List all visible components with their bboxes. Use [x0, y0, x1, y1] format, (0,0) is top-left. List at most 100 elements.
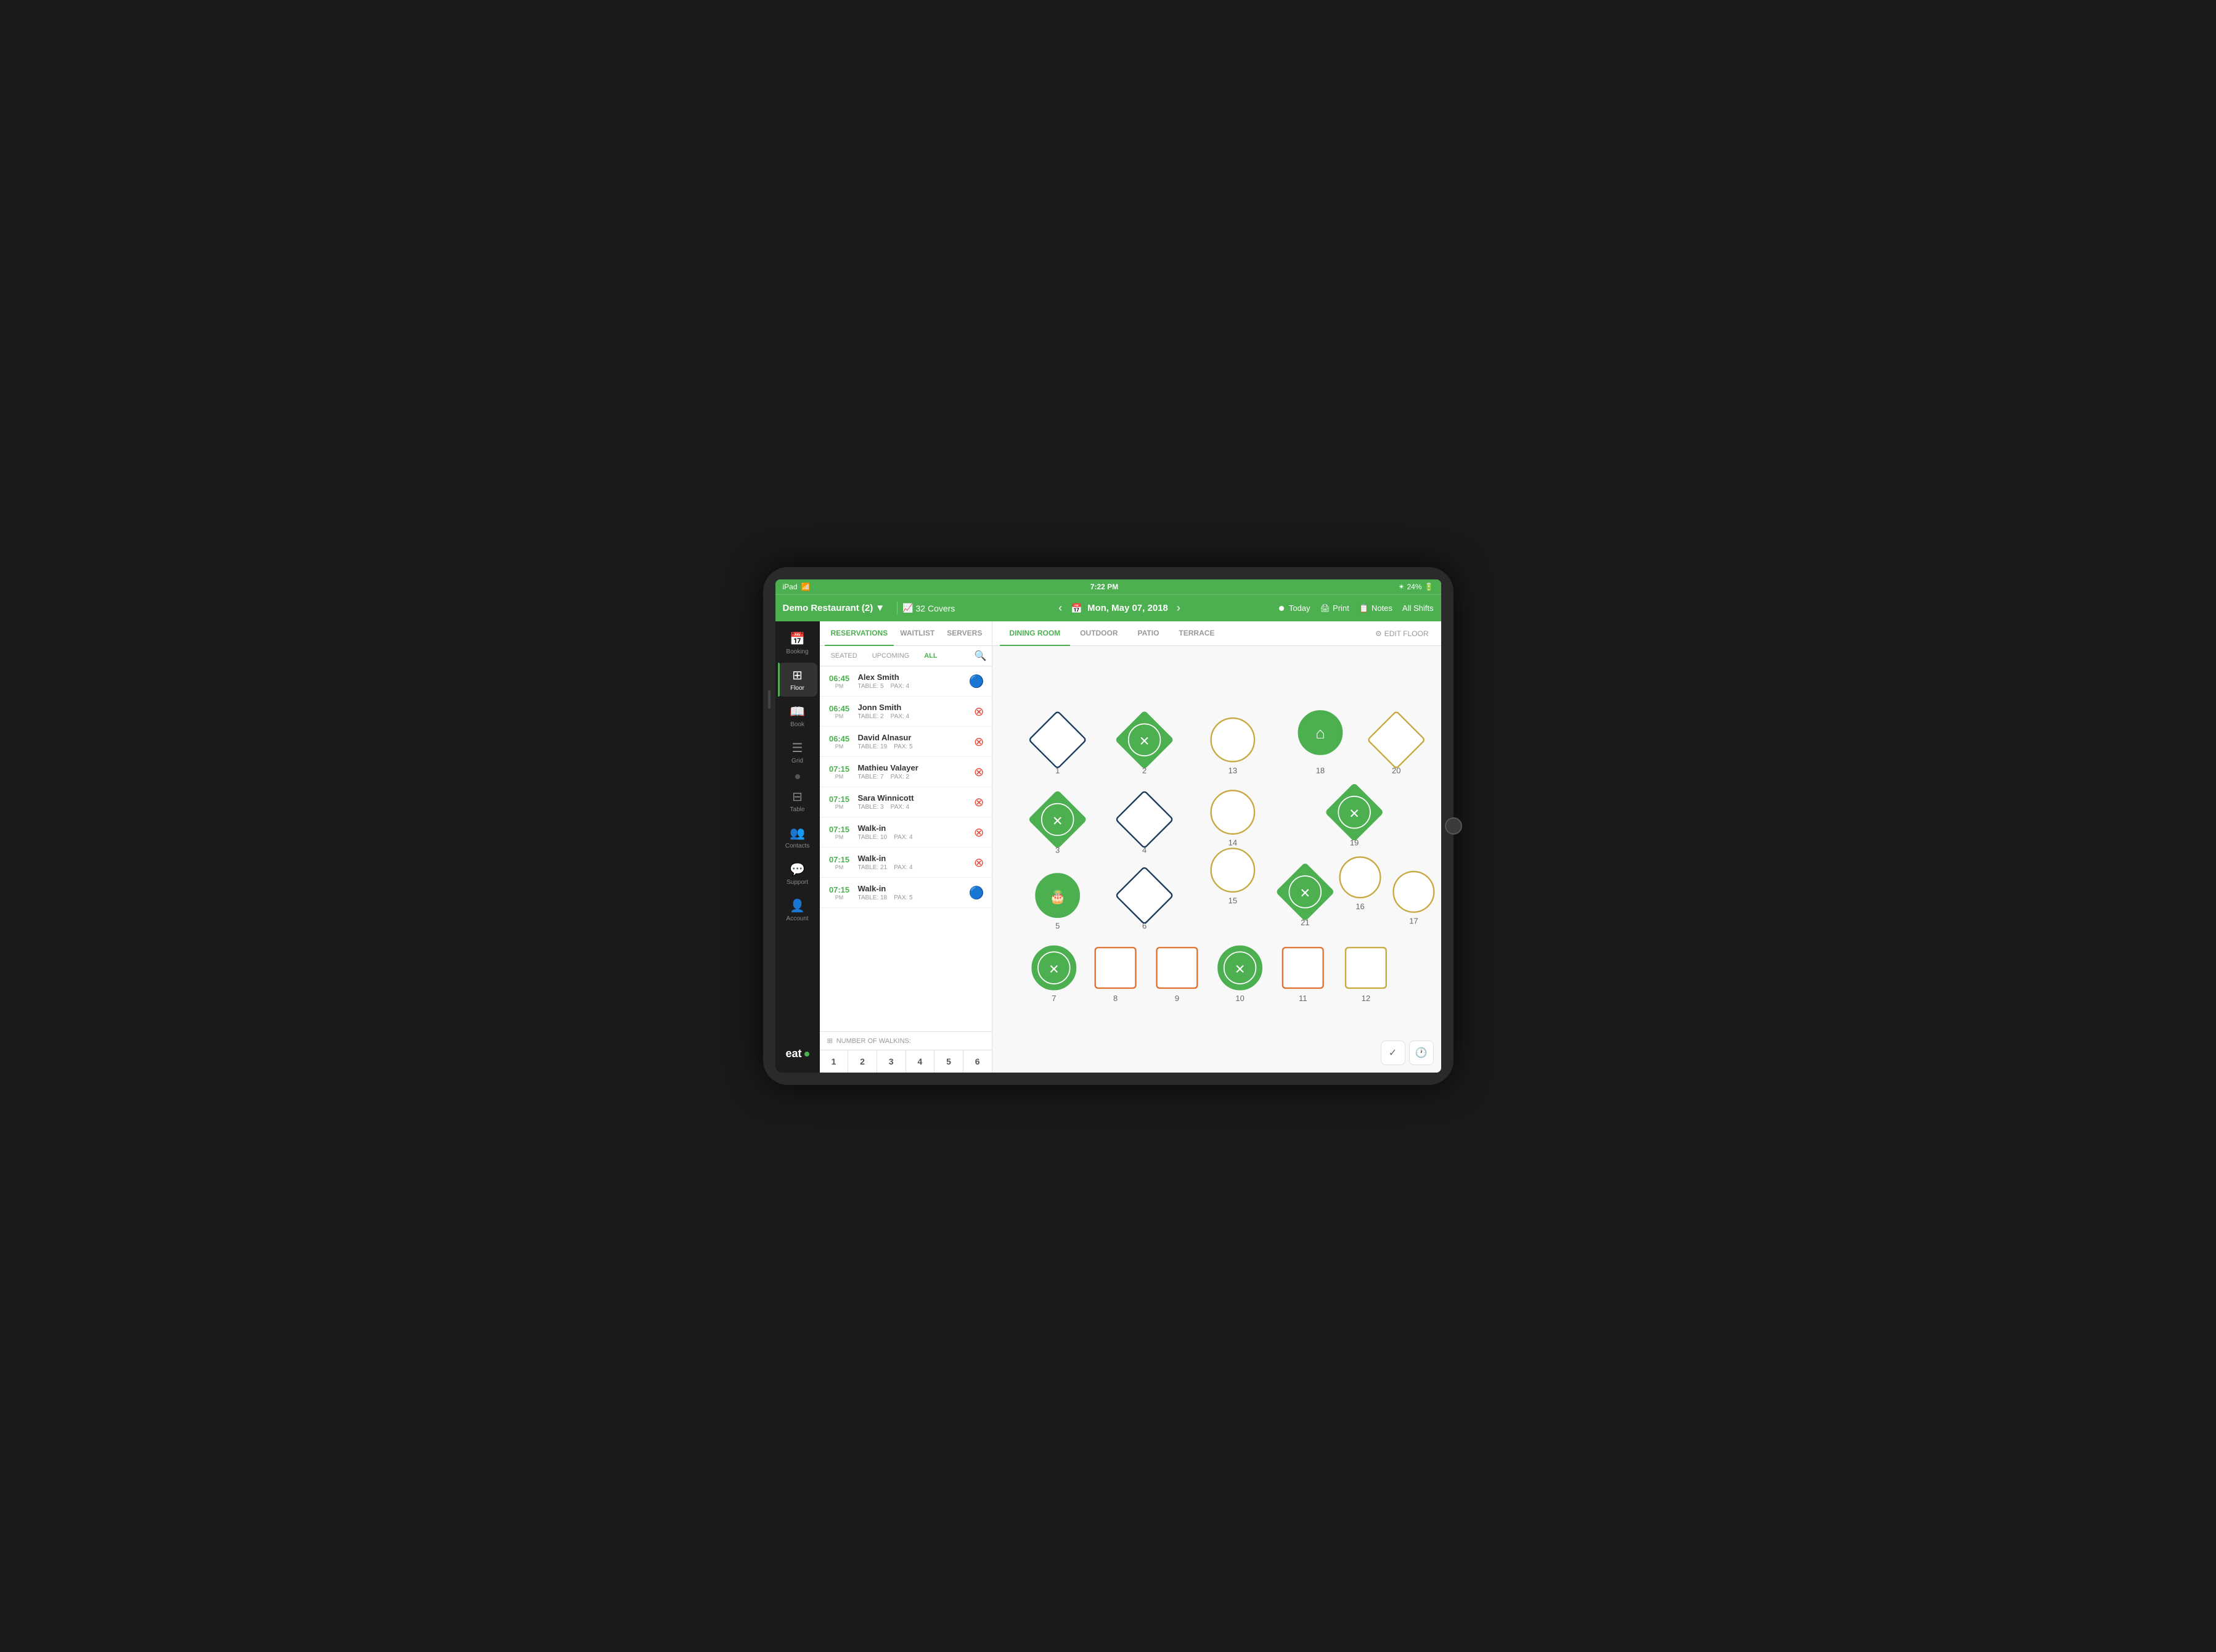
table-18[interactable]: ⌂ 18 [1298, 711, 1341, 775]
svg-text:12: 12 [1361, 994, 1370, 1003]
book-icon: 📖 [790, 704, 805, 719]
filter-upcoming[interactable]: UPCOMING [866, 650, 916, 662]
reservation-item[interactable]: 06:45 PM David Alnasur TABLE: 19 PAX: 5 … [820, 727, 992, 757]
table-15[interactable]: 15 [1211, 848, 1254, 905]
svg-text:20: 20 [1392, 766, 1400, 775]
reservation-item[interactable]: 06:45 PM Alex Smith TABLE: 5 PAX: 4 🔵 [820, 666, 992, 697]
all-shifts-button[interactable]: All Shifts [1402, 603, 1434, 613]
svg-text:10: 10 [1235, 994, 1244, 1003]
reservation-item[interactable]: 07:15 PM Mathieu Valayer TABLE: 7 PAX: 2… [820, 757, 992, 787]
sidebar-item-booking[interactable]: 📅 Booking [778, 626, 817, 660]
res-time: 07:15 PM [827, 885, 852, 901]
table-7[interactable]: ✕ 7 [1032, 946, 1075, 1003]
reservations-panel: RESERVATIONS WAITLIST SERVERS SEATED UPC… [820, 621, 992, 1073]
floor-tab-outdoor[interactable]: OUTDOOR [1070, 621, 1127, 646]
restaurant-name[interactable]: Demo Restaurant (2) ▼ [783, 603, 885, 613]
search-button[interactable]: 🔍 [975, 650, 987, 662]
chart-icon: 📈 [902, 603, 913, 613]
check-action-button[interactable]: ✓ [1381, 1041, 1405, 1065]
res-info: Walk-in TABLE: 21 PAX: 4 [858, 854, 968, 871]
floor-plan: DINING ROOM OUTDOOR PATIO TERRACE ⚙ EDIT… [992, 621, 1441, 1073]
res-status-icon: 🔵 [969, 674, 984, 689]
res-status-icon: ⊗ [974, 764, 984, 780]
table-4[interactable]: 4 [1116, 791, 1173, 855]
next-date-button[interactable]: › [1173, 602, 1184, 615]
ipad-frame: iPad 📶 7:22 PM ✴ 24% 🔋 Demo Restaurant (… [763, 567, 1453, 1085]
sidebar-item-contacts[interactable]: 👥 Contacts [778, 820, 817, 854]
table-9[interactable]: 9 [1156, 947, 1197, 1003]
pax-2-button[interactable]: 2 [848, 1050, 877, 1073]
res-time: 07:15 PM [827, 764, 852, 780]
pax-6-button[interactable]: 6 [963, 1050, 992, 1073]
res-info: Jonn Smith TABLE: 2 PAX: 4 [858, 703, 968, 720]
table-10[interactable]: ✕ 10 [1218, 946, 1261, 1003]
pax-3-button[interactable]: 3 [877, 1050, 906, 1073]
table-2[interactable]: ✕ 2 [1116, 711, 1173, 775]
pax-1-button[interactable]: 1 [820, 1050, 849, 1073]
table-6[interactable]: 6 [1116, 867, 1173, 931]
battery-label: 24% [1407, 583, 1422, 591]
sidebar-item-floor[interactable]: ⊞ Floor [778, 663, 817, 697]
svg-text:✕: ✕ [1299, 886, 1310, 901]
status-bar: iPad 📶 7:22 PM ✴ 24% 🔋 [775, 579, 1441, 594]
res-info: Mathieu Valayer TABLE: 7 PAX: 2 [858, 763, 968, 780]
reservation-item[interactable]: 07:15 PM Walk-in TABLE: 10 PAX: 4 ⊗ [820, 817, 992, 848]
edit-floor-button[interactable]: ⚙ EDIT FLOOR [1370, 624, 1434, 643]
wifi-icon: 📶 [801, 583, 811, 591]
table-19[interactable]: ✕ 19 [1325, 783, 1383, 848]
pax-4-button[interactable]: 4 [906, 1050, 935, 1073]
print-button[interactable]: 🖨 Print [1320, 603, 1349, 613]
sidebar-label-table: Table [790, 806, 805, 813]
prev-date-button[interactable]: ‹ [1055, 602, 1066, 615]
sidebar-item-table[interactable]: ⊟ Table [778, 784, 817, 818]
clock-action-button[interactable]: 🕐 [1409, 1041, 1434, 1065]
svg-text:13: 13 [1228, 766, 1237, 775]
filter-seated[interactable]: SEATED [825, 650, 864, 662]
walkins-icon: ⊞ [827, 1037, 833, 1045]
reservation-item[interactable]: 07:15 PM Walk-in TABLE: 18 PAX: 5 🔵 [820, 878, 992, 908]
table-13[interactable]: 13 [1211, 718, 1254, 775]
pax-buttons: 1 2 3 4 5 6 [820, 1050, 992, 1073]
table-12[interactable]: 12 [1346, 947, 1386, 1003]
reservation-item[interactable]: 07:15 PM Walk-in TABLE: 21 PAX: 4 ⊗ [820, 848, 992, 878]
nav-actions: Today 🖨 Print 📋 Notes All Shifts [1279, 603, 1434, 613]
reservations-list: 06:45 PM Alex Smith TABLE: 5 PAX: 4 🔵 [820, 666, 992, 1031]
floor-tab-dining[interactable]: DINING ROOM [1000, 621, 1071, 646]
home-button[interactable] [1445, 817, 1462, 835]
floor-tab-terrace[interactable]: TERRACE [1169, 621, 1224, 646]
table-8[interactable]: 8 [1095, 947, 1135, 1003]
sidebar-item-book[interactable]: 📖 Book [778, 699, 817, 733]
reservation-item[interactable]: 07:15 PM Sara Winnicott TABLE: 3 PAX: 4 … [820, 787, 992, 817]
filter-all[interactable]: ALL [918, 650, 943, 662]
table-20[interactable]: 20 [1367, 711, 1425, 775]
table-16[interactable]: 16 [1339, 857, 1380, 911]
eat-logo: eat [778, 1040, 816, 1068]
sidebar-label-support: Support [787, 879, 808, 886]
date-nav: ‹ 📅 Mon, May 07, 2018 › [1055, 602, 1184, 615]
tab-waitlist[interactable]: WAITLIST [894, 621, 941, 646]
sidebar-dot [795, 774, 800, 779]
table-3[interactable]: ✕ 3 [1029, 791, 1086, 855]
sidebar-item-account[interactable]: 👤 Account [778, 893, 817, 927]
pax-5-button[interactable]: 5 [934, 1050, 963, 1073]
table-5[interactable]: 🎂 5 [1036, 873, 1079, 930]
svg-text:2: 2 [1142, 766, 1146, 775]
filter-bar: SEATED UPCOMING ALL 🔍 [820, 646, 992, 666]
table-14[interactable]: 14 [1211, 790, 1254, 847]
tab-servers[interactable]: SERVERS [941, 621, 988, 646]
floor-tab-patio[interactable]: PATIO [1128, 621, 1169, 646]
res-status-icon: 🔵 [969, 885, 984, 901]
svg-text:16: 16 [1355, 902, 1364, 911]
svg-text:11: 11 [1299, 994, 1307, 1003]
table-21[interactable]: ✕ 21 [1276, 863, 1333, 927]
notes-button[interactable]: 📋 Notes [1359, 603, 1392, 613]
table-17[interactable]: 17 [1393, 872, 1434, 926]
reservation-item[interactable]: 06:45 PM Jonn Smith TABLE: 2 PAX: 4 ⊗ [820, 697, 992, 727]
tab-reservations[interactable]: RESERVATIONS [825, 621, 894, 646]
sidebar-item-support[interactable]: 💬 Support [778, 857, 817, 891]
table-11[interactable]: 11 [1282, 947, 1323, 1003]
res-info: Alex Smith TABLE: 5 PAX: 4 [858, 673, 963, 690]
table-1[interactable]: 1 [1029, 711, 1086, 775]
today-button[interactable]: Today [1279, 603, 1310, 613]
sidebar-item-grid[interactable]: ☰ Grid [778, 735, 817, 769]
